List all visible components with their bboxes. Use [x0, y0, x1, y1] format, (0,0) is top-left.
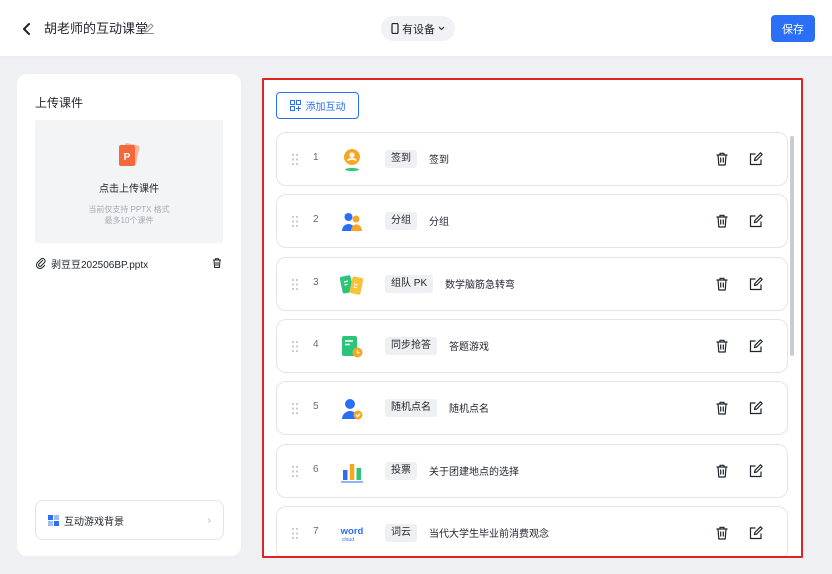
- item-title: 随机点名: [449, 404, 489, 416]
- game-background-label: 互动游戏背景: [64, 516, 124, 528]
- file-name: 剥豆豆202506BP.pptx: [51, 259, 149, 271]
- edit-icon[interactable]: [748, 338, 764, 354]
- trash-icon[interactable]: [714, 338, 730, 354]
- page-title: 胡老师的互动课堂: [44, 21, 149, 36]
- item-number: 2: [313, 214, 319, 226]
- svg-text:P: P: [124, 152, 131, 163]
- device-selector[interactable]: 有设备: [381, 16, 455, 41]
- edit-icon[interactable]: [748, 213, 764, 229]
- item-title: 签到: [429, 155, 449, 166]
- paperclip-icon: [35, 258, 46, 269]
- upload-limit-hint: 最多10个课件: [104, 216, 154, 225]
- drag-handle-icon[interactable]: [291, 215, 299, 228]
- upload-area[interactable]: P 点击上传课件 当前仅支持 PPTX 格式 最多10个课件: [35, 120, 223, 243]
- drag-handle-icon[interactable]: [291, 340, 299, 353]
- item-title: 分组: [429, 217, 449, 229]
- item-number: 6: [313, 463, 319, 475]
- interaction-row[interactable]: 7 word cloud 词云 当代大学生毕业前消费观念: [276, 505, 788, 556]
- trash-icon[interactable]: [714, 463, 730, 479]
- ppt-file-icon: P: [119, 143, 140, 166]
- word-cloud-icon: word cloud: [339, 521, 365, 547]
- add-interaction-label: 添加互动: [305, 102, 346, 113]
- item-type-tag: 签到: [385, 150, 417, 168]
- item-type-tag: 投票: [385, 461, 417, 480]
- trash-icon[interactable]: [714, 276, 730, 292]
- item-title: 答题游戏: [449, 341, 489, 353]
- item-number: 1: [313, 152, 319, 163]
- upload-format-hint: 当前仅支持 PPTX 格式: [88, 205, 170, 214]
- background-icon: [48, 514, 59, 526]
- trash-icon[interactable]: [714, 151, 730, 167]
- pencil-icon[interactable]: [142, 21, 156, 35]
- item-type-tag: 分组: [385, 212, 417, 231]
- interaction-row[interactable]: 1 签到 签到: [276, 132, 788, 186]
- interaction-row[interactable]: 4 同步抢答 答题游戏: [276, 318, 788, 373]
- svg-text:word: word: [340, 526, 364, 537]
- drag-handle-icon[interactable]: [291, 402, 299, 415]
- save-button[interactable]: 保存: [771, 15, 815, 42]
- item-type-tag: 组队 PK: [385, 274, 434, 293]
- add-interaction-button[interactable]: 添加互动: [276, 92, 359, 119]
- scrollbar[interactable]: [790, 136, 794, 356]
- item-title: 数学脑筋急转弯: [445, 279, 515, 291]
- back-button[interactable]: [18, 20, 36, 38]
- drag-handle-icon[interactable]: [291, 465, 299, 478]
- edit-icon[interactable]: [748, 276, 764, 292]
- trash-icon[interactable]: [714, 525, 730, 541]
- upload-section-title: 上传课件: [35, 96, 84, 110]
- add-layout-icon: [289, 100, 301, 111]
- interaction-row[interactable]: 2 分组 分组: [276, 194, 788, 249]
- team-pk-icon: [339, 272, 365, 298]
- interaction-row[interactable]: 6 投票 关于团建地点的选择: [276, 443, 788, 498]
- group-icon: [339, 209, 365, 235]
- edit-icon[interactable]: [748, 151, 764, 167]
- item-type-tag: 随机点名: [385, 399, 437, 418]
- uploaded-file-item[interactable]: 剥豆豆202506BP.pptx: [35, 255, 223, 271]
- trash-icon[interactable]: [714, 400, 730, 416]
- item-number: 5: [313, 401, 319, 413]
- game-background-button[interactable]: 互动游戏背景 ›: [35, 500, 224, 540]
- interaction-panel: 添加互动 1 签到 签到 2 分组 分组 3 组队 PK 数学脑筋急转弯 4 同步抢答 答题游戏 5 随机…: [262, 78, 803, 558]
- random-pick-icon: [339, 396, 365, 422]
- svg-text:cloud: cloud: [342, 537, 354, 543]
- checkin-icon: [339, 147, 365, 173]
- drag-handle-icon[interactable]: [291, 278, 299, 291]
- interaction-row[interactable]: 5 随机点名 随机点名: [276, 381, 788, 436]
- edit-icon[interactable]: [748, 463, 764, 479]
- top-bar: 胡老师的互动课堂 有设备 保存: [0, 0, 832, 57]
- chevron-right-icon: ›: [207, 514, 211, 526]
- trash-icon[interactable]: [714, 213, 730, 229]
- item-type-tag: 同步抢答: [385, 336, 437, 355]
- interaction-row[interactable]: 3 组队 PK 数学脑筋急转弯: [276, 256, 788, 311]
- chevron-left-icon: [23, 23, 30, 35]
- item-title: 关于团建地点的选择: [429, 466, 519, 478]
- drag-handle-icon[interactable]: [291, 527, 299, 540]
- item-title: 当代大学生毕业前消费观念: [429, 528, 549, 540]
- item-number: 3: [313, 276, 319, 288]
- item-number: 7: [313, 525, 319, 537]
- item-number: 4: [313, 338, 319, 350]
- quiz-icon: [339, 334, 365, 360]
- device-label: 有设备: [402, 23, 435, 36]
- edit-icon[interactable]: [748, 400, 764, 416]
- phone-icon: [391, 23, 399, 34]
- vote-icon: [339, 459, 365, 485]
- trash-icon[interactable]: [211, 257, 223, 269]
- edit-icon[interactable]: [748, 525, 764, 541]
- drag-handle-icon[interactable]: [291, 153, 299, 166]
- courseware-panel: 上传课件 P 点击上传课件 当前仅支持 PPTX 格式 最多10个课件 剥豆豆2…: [17, 74, 241, 556]
- chevron-down-icon: [438, 26, 445, 31]
- item-type-tag: 词云: [385, 523, 417, 542]
- upload-label: 点击上传课件: [99, 184, 159, 195]
